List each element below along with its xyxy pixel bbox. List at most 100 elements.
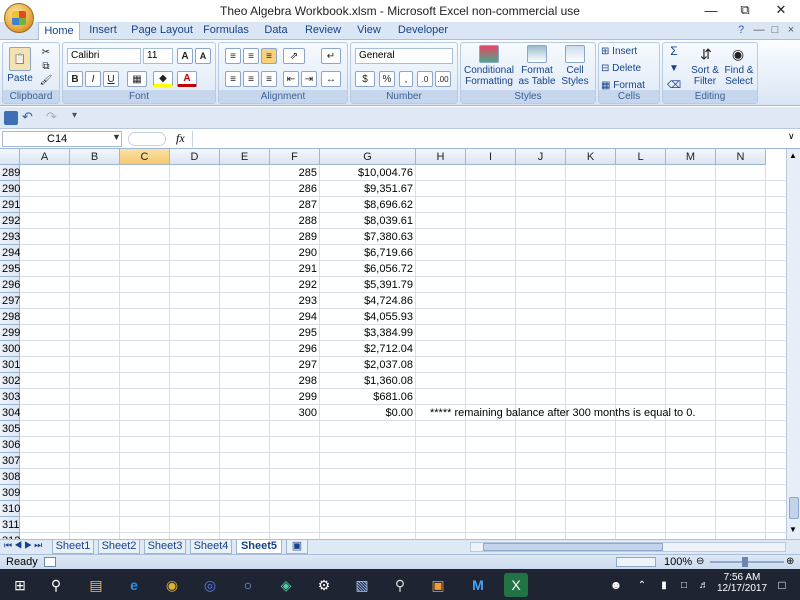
wrap-text-icon[interactable]: ↵ [321,48,341,64]
cell-month[interactable]: 299 [270,389,320,405]
cell-balance[interactable]: $4,724.86 [320,293,416,309]
select-all-corner[interactable] [0,149,20,165]
underline-button[interactable]: U [103,71,119,87]
orientation-icon[interactable]: ⇗ [283,48,305,64]
formula-expand-icon[interactable] [128,132,166,146]
tab-review[interactable]: Review [302,22,344,40]
scroll-down-icon[interactable]: ▼ [789,525,797,534]
people-icon[interactable]: ☻ [604,573,628,597]
tab-home[interactable]: Home [38,22,80,41]
cell-balance[interactable]: $9,351.67 [320,181,416,197]
decrease-decimal-icon[interactable]: .00 [435,71,451,87]
grow-font-icon[interactable]: A [177,48,193,64]
row-header[interactable]: 300 [0,341,20,357]
percent-icon[interactable]: % [379,71,395,87]
magnifier-icon[interactable]: ⚲ [388,573,412,597]
cell-month[interactable]: 297 [270,357,320,373]
cell-styles-button[interactable]: Cell Styles [557,65,593,87]
ribbon-minimize-icon[interactable]: — [752,22,766,40]
cell-month[interactable]: 298 [270,373,320,389]
sort-filter-icon[interactable]: ⇵ [697,45,715,63]
binoculars-icon[interactable]: ◉ [729,45,747,63]
zoom-slider[interactable] [710,557,784,567]
tray-chevron-icon[interactable]: ⌃ [630,573,654,597]
cell-styles-icon[interactable] [565,45,585,63]
row-header[interactable]: 295 [0,261,20,277]
cell-month[interactable]: 285 [270,165,320,181]
action-center-icon[interactable]: □ [770,573,794,597]
view-buttons-icon[interactable] [616,557,656,567]
delete-cells-button[interactable]: ⊟ Delete [601,63,657,74]
volume-icon[interactable]: ♬ [692,573,716,597]
column-header-a[interactable]: A [20,149,70,165]
cell-balance[interactable]: $681.06 [320,389,416,405]
sort-filter-button[interactable]: Sort & Filter [687,65,723,87]
increase-indent-icon[interactable]: ⇥ [301,71,317,87]
cell-balance[interactable]: $10,004.76 [320,165,416,181]
cell-balance[interactable]: $7,380.63 [320,229,416,245]
cell-balance[interactable]: $0.00 [320,405,416,421]
close-button[interactable]: ✕ [764,0,798,20]
format-painter-icon[interactable]: 🖌 [39,74,53,86]
conditional-formatting-button[interactable]: Conditional Formatting [461,65,517,87]
formula-input[interactable] [192,131,782,147]
sheet-tab-2[interactable]: Sheet2 [98,540,140,554]
fill-icon[interactable]: ▼ [667,63,681,74]
row-header[interactable]: 298 [0,309,20,325]
row-header[interactable]: 307 [0,453,20,469]
tab-view[interactable]: View [352,22,386,40]
merge-center-icon[interactable]: ↔ [321,71,341,87]
shrink-font-icon[interactable]: A [195,48,211,64]
column-header-f[interactable]: F [270,149,320,165]
row-header[interactable]: 299 [0,325,20,341]
app-icon-6[interactable]: ▣ [426,573,450,597]
align-center-icon[interactable]: ≡ [243,71,259,87]
sheet-nav-icons[interactable]: ⏮◀▶⏭ [4,540,44,551]
zoom-in-icon[interactable]: ⊕ [786,556,794,567]
column-header-g[interactable]: G [320,149,416,165]
app-icon-3[interactable]: ◈ [274,573,298,597]
ribbon-restore-icon[interactable]: □ [768,22,782,40]
zoom-out-icon[interactable]: ⊖ [696,556,704,567]
column-header-h[interactable]: H [416,149,466,165]
paste-icon[interactable]: 📋 [9,47,31,71]
cell-month[interactable]: 287 [270,197,320,213]
customize-qat-icon[interactable]: ▾ [72,110,77,121]
insert-sheet-icon[interactable]: ▣ [286,540,308,554]
office-button[interactable] [4,3,34,33]
font-color-icon[interactable]: A [177,71,197,87]
insert-cells-button[interactable]: ⊞ Insert [601,46,657,57]
sheet-tab-4[interactable]: Sheet4 [190,540,232,554]
cell-note[interactable]: ***** remaining balance after 300 months… [430,405,695,421]
tab-insert[interactable]: Insert [84,22,122,40]
row-header[interactable]: 292 [0,213,20,229]
column-header-k[interactable]: K [566,149,616,165]
cell-balance[interactable]: $6,056.72 [320,261,416,277]
increase-decimal-icon[interactable]: .0 [417,71,433,87]
row-header[interactable]: 294 [0,245,20,261]
worksheet-grid[interactable]: A B C D E F G H I J K L M N 289 285 $10,004.76 290 286 $9,3… [0,149,786,539]
app-icon-4[interactable]: ⚙ [312,573,336,597]
cell-month[interactable]: 289 [270,229,320,245]
undo-icon[interactable]: ↶ [22,109,33,125]
paste-button[interactable]: Paste [5,73,35,84]
row-header[interactable]: 291 [0,197,20,213]
tab-formulas[interactable]: Formulas [202,22,250,40]
app-icon-5[interactable]: ▧ [350,573,374,597]
column-header-m[interactable]: M [666,149,716,165]
fill-color-icon[interactable]: ◆ [153,71,173,87]
align-bottom-icon[interactable]: ≡ [261,48,277,64]
align-top-icon[interactable]: ≡ [225,48,241,64]
restore-button[interactable]: ⧉ [728,0,762,20]
chrome-icon[interactable]: ◉ [160,573,184,597]
row-header[interactable]: 303 [0,389,20,405]
row-header[interactable]: 305 [0,421,20,437]
comma-icon[interactable]: , [399,71,413,87]
column-header-e[interactable]: E [220,149,270,165]
sheet-tab-5[interactable]: Sheet5 [236,540,282,554]
tab-data[interactable]: Data [258,22,294,40]
column-header-j[interactable]: J [516,149,566,165]
column-header-i[interactable]: I [466,149,516,165]
sheet-tab-3[interactable]: Sheet3 [144,540,186,554]
app-icon-1[interactable]: ◎ [198,573,222,597]
